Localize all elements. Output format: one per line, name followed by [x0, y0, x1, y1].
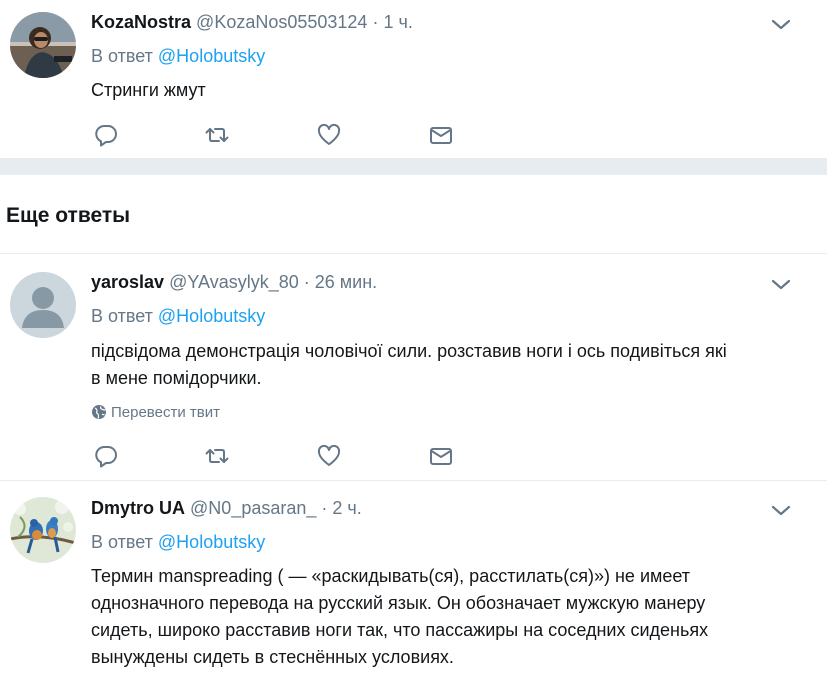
chevron-down-icon[interactable] [770, 503, 792, 517]
reply-prefix: В ответ [91, 532, 153, 552]
reply-context: В ответ @Holobutsky [91, 532, 265, 553]
author-name[interactable]: yaroslav [91, 272, 164, 292]
globe-icon [92, 405, 106, 419]
like-button[interactable] [316, 122, 342, 148]
reply-mention-link[interactable]: @Holobutsky [158, 532, 265, 552]
reply-context: В ответ @Holobutsky [91, 306, 265, 327]
tweet-header: Dmytro UA @N0_pasaran_ · 2 ч. [91, 498, 362, 519]
tweet-text-line: сидеть, широко расставив ноги так, что п… [91, 620, 709, 640]
timestamp[interactable]: 26 мин. [315, 272, 377, 292]
tweet-text-line: підсвідома демонстрація чоловічої сили. … [91, 341, 727, 361]
tweet-text-line: Термин manspreading ( — «раскидывать(ся)… [91, 566, 691, 586]
tweet-kozanostra[interactable]: KozaNostra @KozaNos05503124 · 1 ч. В отв… [0, 0, 827, 158]
reply-prefix: В ответ [91, 46, 153, 66]
tweet-yaroslav[interactable]: yaroslav @YAvasylyk_80 · 26 мин. В ответ… [0, 254, 827, 480]
reply-prefix: В ответ [91, 306, 153, 326]
tweet-text: підсвідома демонстрація чоловічої сили. … [91, 338, 811, 392]
tweet-text-line: однозначного перевода на русский язык. О… [91, 593, 706, 613]
author-handle[interactable]: @KozaNos05503124 [196, 12, 367, 32]
timestamp[interactable]: 1 ч. [383, 12, 412, 32]
like-icon [317, 444, 341, 466]
default-user-avatar-icon [10, 272, 76, 338]
tweet-text: Стринги жмут [91, 80, 206, 100]
reply-mention-link[interactable]: @Holobutsky [158, 306, 265, 326]
direct-message-button[interactable] [428, 122, 454, 148]
author-handle[interactable]: @YAvasylyk_80 [169, 272, 299, 292]
avatar[interactable] [10, 497, 76, 563]
section-title: Еще ответы [6, 204, 131, 227]
user-photo-avatar-icon [10, 12, 76, 78]
like-button[interactable] [316, 443, 342, 469]
direct-message-icon [430, 448, 452, 465]
retweet-button[interactable] [204, 122, 230, 148]
avatar[interactable] [10, 272, 76, 338]
author-name[interactable]: Dmytro UA [91, 498, 185, 518]
conversation-separator [0, 158, 827, 176]
direct-message-button[interactable] [428, 443, 454, 469]
reply-button[interactable] [93, 443, 119, 469]
separator-dot: · [303, 272, 310, 292]
retweet-icon [205, 128, 229, 142]
author-name[interactable]: KozaNostra [91, 12, 191, 32]
reply-mention-link[interactable]: @Holobutsky [158, 46, 265, 66]
reply-icon [95, 446, 117, 468]
avatar[interactable] [10, 12, 76, 78]
separator-dot: · [321, 498, 328, 518]
chevron-down-icon[interactable] [770, 17, 792, 31]
tweet-header: yaroslav @YAvasylyk_80 · 26 мин. [91, 272, 377, 293]
more-replies-header: Еще ответы [0, 175, 827, 254]
direct-message-icon [430, 127, 452, 144]
tweet-dmytro-ua[interactable]: Dmytro UA @N0_pasaran_ · 2 ч. В ответ @H… [0, 481, 827, 679]
like-icon [317, 123, 341, 145]
reply-button[interactable] [93, 122, 119, 148]
birds-photo-avatar-icon [10, 497, 76, 563]
translate-label[interactable]: Перевести твит [111, 404, 220, 421]
retweet-button[interactable] [204, 443, 230, 469]
tweet-actions [93, 122, 473, 148]
retweet-icon [205, 449, 229, 463]
separator-dot: · [372, 12, 379, 32]
translate-tweet-link[interactable]: Перевести твит [91, 404, 220, 421]
tweet-text: Термин manspreading ( — «раскидывать(ся)… [91, 563, 811, 671]
tweet-text-line: в мене помідорчики. [91, 368, 262, 388]
tweet-actions [93, 443, 473, 469]
reply-context: В ответ @Holobutsky [91, 46, 265, 67]
chevron-down-icon[interactable] [770, 277, 792, 291]
author-handle[interactable]: @N0_pasaran_ [190, 498, 316, 518]
tweet-header: KozaNostra @KozaNos05503124 · 1 ч. [91, 12, 413, 33]
timestamp[interactable]: 2 ч. [332, 498, 361, 518]
reply-icon [95, 125, 117, 147]
tweet-text-line: вынуждены сидеть в стеснённых условиях. [91, 647, 454, 667]
